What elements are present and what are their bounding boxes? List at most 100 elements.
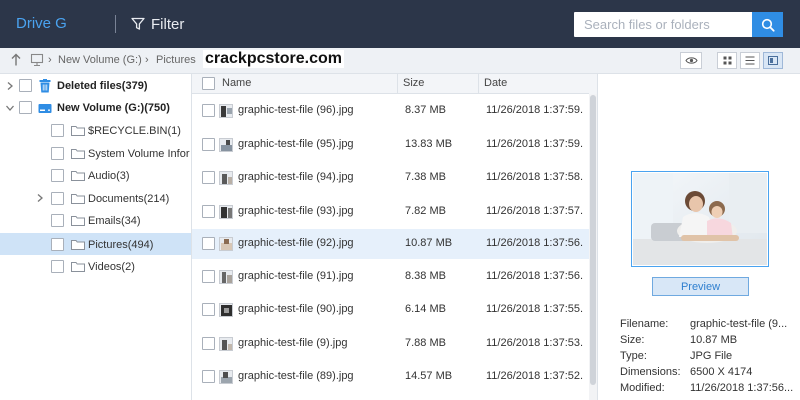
file-name: graphic-test-file (95).jpg [238, 138, 354, 150]
tree-checkbox[interactable] [19, 79, 32, 92]
tree-item-pictures[interactable]: Pictures(494) [0, 233, 191, 255]
trash-icon [39, 79, 51, 93]
meta-label-dimensions: Dimensions: [620, 366, 681, 378]
row-checkbox[interactable] [202, 171, 215, 184]
table-row[interactable]: graphic-test-file (91).jpg 8.38 MB 11/26… [192, 262, 589, 292]
preview-toggle-button[interactable] [680, 52, 702, 69]
row-checkbox[interactable] [202, 138, 215, 151]
folder-icon [71, 126, 85, 136]
folder-icon [71, 262, 85, 272]
tree-checkbox[interactable] [51, 260, 64, 273]
chevron-right-icon[interactable] [5, 81, 15, 91]
tree-item-audio[interactable]: Audio(3) [0, 164, 191, 186]
file-name: graphic-test-file (94).jpg [238, 171, 354, 183]
meta-value-modified: 11/26/2018 1:37:56... [690, 382, 794, 394]
up-arrow-icon[interactable] [10, 53, 22, 70]
grid-view-button[interactable] [717, 52, 737, 69]
column-header-name[interactable]: Name [222, 77, 251, 89]
breadcrumb-item-volume[interactable]: New Volume (G:) [58, 54, 142, 66]
table-row[interactable]: graphic-test-file (9).jpg 7.88 MB 11/26/… [192, 329, 589, 359]
list-view-icon [745, 56, 755, 65]
file-date: 11/26/2018 1:37:58. [486, 171, 584, 183]
tree-item-label: Videos(2) [88, 261, 135, 273]
tree-checkbox[interactable] [51, 169, 64, 182]
column-header-size[interactable]: Size [403, 77, 424, 89]
column-divider[interactable] [478, 74, 479, 94]
tree-checkbox[interactable] [51, 192, 64, 205]
table-row[interactable]: graphic-test-file (92).jpg 10.87 MB 11/2… [192, 229, 589, 259]
table-row[interactable]: graphic-test-file (90).jpg 6.14 MB 11/26… [192, 295, 589, 325]
table-row[interactable]: graphic-test-file (89).jpg 14.57 MB 11/2… [192, 362, 589, 392]
tree-item-documents[interactable]: Documents(214) [0, 187, 191, 209]
top-bar: Drive G Filter [0, 0, 800, 48]
column-divider[interactable] [397, 74, 398, 94]
toolbar-divider [115, 15, 116, 33]
table-row[interactable]: graphic-test-file (93).jpg 7.82 MB 11/26… [192, 197, 589, 227]
tree-item-label: Deleted files(379) [57, 80, 148, 92]
tree-checkbox[interactable] [51, 238, 64, 251]
tree-item-recycle-bin[interactable]: $RECYCLE.BIN(1) [0, 119, 191, 141]
table-row[interactable]: graphic-test-file (96).jpg 8.37 MB 11/26… [192, 96, 589, 126]
filter-label: Filter [151, 15, 185, 33]
file-date: 11/26/2018 1:37:56. [486, 270, 584, 282]
meta-label-filename: Filename: [620, 318, 669, 330]
row-checkbox[interactable] [202, 270, 215, 283]
row-checkbox[interactable] [202, 337, 215, 350]
tree-item-new-volume[interactable]: New Volume (G:)(750) [0, 97, 191, 119]
file-name: graphic-test-file (92).jpg [238, 237, 354, 249]
tree-checkbox[interactable] [51, 214, 64, 227]
tree-checkbox[interactable] [51, 124, 64, 137]
row-checkbox[interactable] [202, 205, 215, 218]
scrollbar-thumb[interactable] [590, 95, 596, 385]
row-checkbox[interactable] [202, 237, 215, 250]
tree-item-videos[interactable]: Videos(2) [0, 255, 191, 277]
search-input[interactable] [574, 12, 752, 37]
search-button[interactable] [752, 12, 783, 37]
chevron-right-icon[interactable] [35, 193, 45, 203]
meta-value-dimensions: 6500 X 4174 [690, 366, 753, 378]
table-row[interactable]: graphic-test-file (95).jpg 13.83 MB 11/2… [192, 130, 589, 160]
file-size: 13.83 MB [405, 138, 453, 150]
detail-view-button[interactable] [763, 52, 783, 69]
preview-button[interactable]: Preview [652, 277, 749, 296]
breadcrumb-item-pictures[interactable]: Pictures [156, 54, 196, 66]
tree-item-system-volume[interactable]: System Volume Informati [0, 142, 191, 164]
file-size: 8.38 MB [405, 270, 446, 282]
file-size: 8.37 MB [405, 104, 446, 116]
file-size: 7.82 MB [405, 205, 446, 217]
chevron-down-icon[interactable] [5, 103, 15, 113]
folder-icon [71, 171, 85, 181]
image-thumbnail-icon [219, 237, 233, 251]
image-thumbnail-icon [219, 303, 233, 317]
tree-item-label: System Volume Informati [88, 148, 190, 160]
row-checkbox[interactable] [202, 104, 215, 117]
list-view-button[interactable] [740, 52, 760, 69]
file-name: graphic-test-file (90).jpg [238, 303, 354, 315]
row-checkbox[interactable] [202, 370, 215, 383]
filter-button[interactable]: Filter [131, 13, 184, 35]
tree-checkbox[interactable] [19, 101, 32, 114]
scroll-up-arrow[interactable] [589, 74, 597, 94]
tree-item-label: Pictures(494) [88, 239, 154, 251]
drive-title[interactable]: Drive G [16, 15, 67, 32]
column-header-date[interactable]: Date [484, 77, 507, 89]
tree-item-deleted-files[interactable]: Deleted files(379) [0, 75, 191, 97]
folder-icon [71, 240, 85, 250]
computer-icon [30, 53, 44, 70]
file-date: 11/26/2018 1:37:55. [486, 303, 584, 315]
select-all-checkbox[interactable] [202, 77, 215, 90]
breadcrumb: › New Volume (G:) › Pictures crackpcstor… [0, 48, 800, 74]
breadcrumb-sep-icon: › [48, 54, 52, 66]
file-name: graphic-test-file (96).jpg [238, 104, 354, 116]
row-checkbox[interactable] [202, 303, 215, 316]
file-size: 7.88 MB [405, 337, 446, 349]
file-size: 10.87 MB [405, 237, 453, 249]
grid-view-icon [723, 56, 731, 65]
image-thumbnail-icon [219, 337, 233, 351]
table-row[interactable]: graphic-test-file (94).jpg 7.38 MB 11/26… [192, 163, 589, 193]
tree-item-emails[interactable]: Emails(34) [0, 209, 191, 231]
folder-tree: Deleted files(379) New Volume (G:)(750) … [0, 74, 192, 400]
file-name: graphic-test-file (89).jpg [238, 370, 354, 382]
tree-checkbox[interactable] [51, 147, 64, 160]
folder-icon [71, 216, 85, 226]
